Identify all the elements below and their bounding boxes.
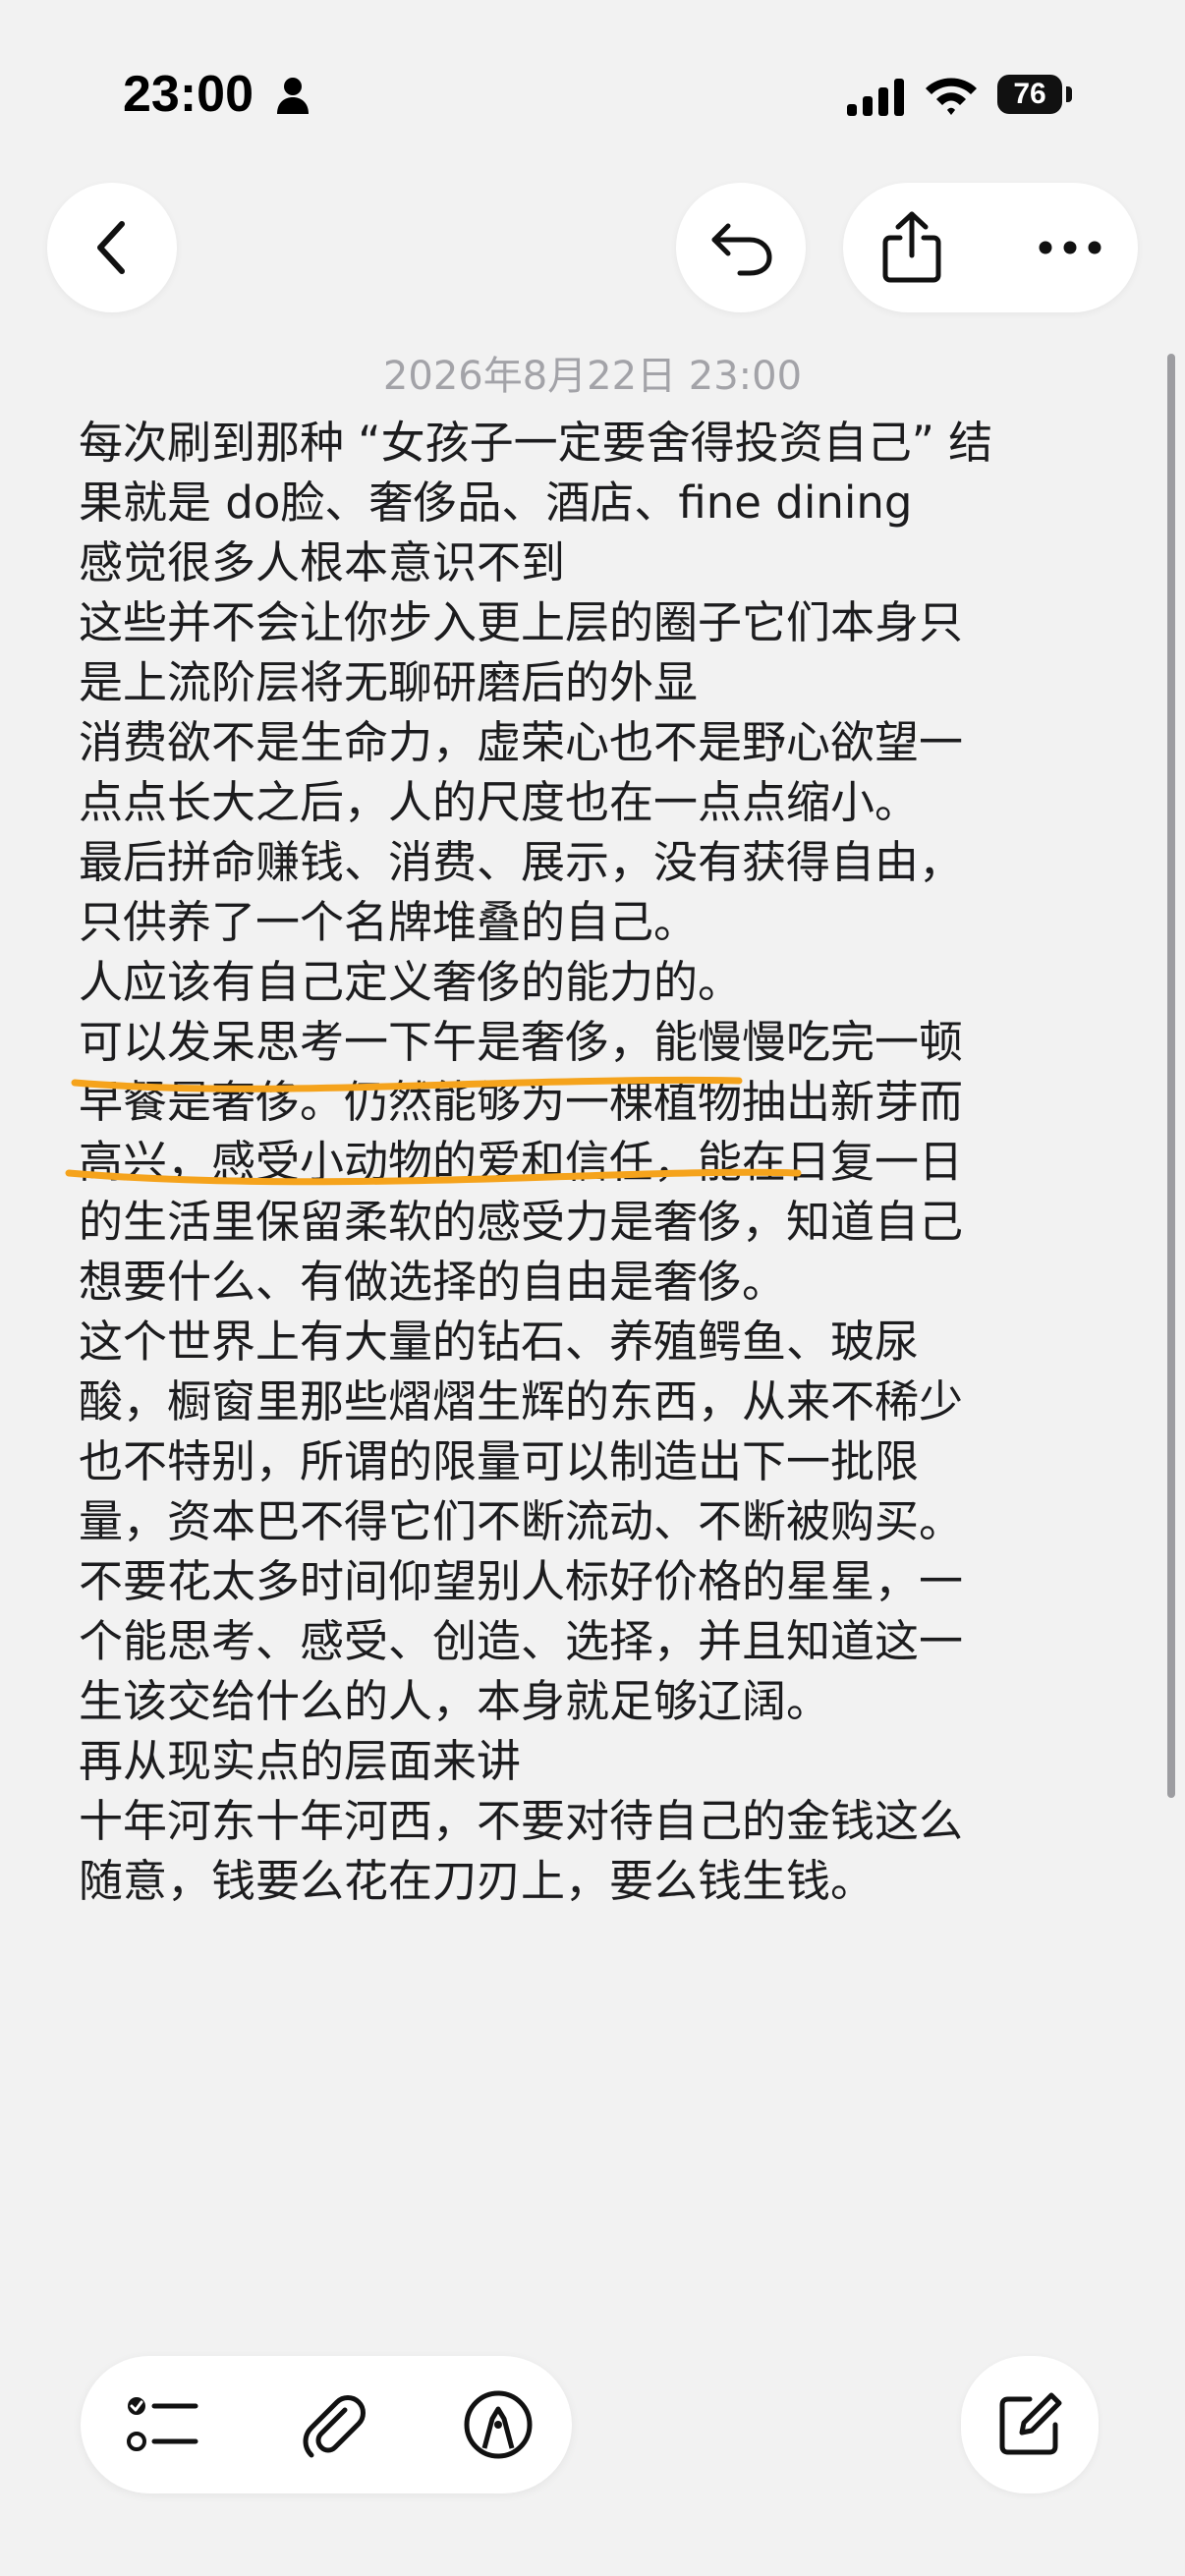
note-line: 个能思考、感受、创造、选择，并且知道这一 — [79, 1615, 964, 1667]
chevron-left-icon — [97, 221, 125, 274]
markup-button[interactable] — [424, 2356, 572, 2493]
note-line: 最后拼命赚钱、消费、展示，没有获得自由， — [79, 836, 964, 888]
note-line: 高兴，感受小动物的爱和信任，能在日复一日 — [79, 1136, 964, 1188]
more-button[interactable] — [1002, 183, 1138, 312]
note-line-highlighted: 人应该有自己定义奢侈的能力的。 — [79, 956, 743, 1008]
battery-nub — [1066, 86, 1072, 102]
note-line-highlighted: 只供养了一个名牌堆叠的自己。 — [79, 896, 699, 948]
note-line: 量，资本巴不得它们不断流动、不断被购买。 — [79, 1495, 964, 1547]
note-body[interactable]: 每次刷到那种 “女孩子一定要舍得投资自己” 结 果就是 do脸、奢侈品、酒店、f… — [79, 413, 1100, 1911]
note-line: 酸，橱窗里那些熠熠生辉的东西，从来不稀少 — [79, 1375, 964, 1428]
share-button[interactable] — [843, 183, 981, 312]
markup-pen-icon — [464, 2390, 533, 2459]
note-line: 不要花太多时间仰望别人标好价格的星星，一 — [79, 1555, 964, 1607]
back-button[interactable] — [47, 183, 177, 312]
note-line: 可以发呆思考一下午是奢侈，能慢慢吃完一顿 — [79, 1016, 964, 1068]
note-line: 果就是 do脸、奢侈品、酒店、fine dining — [79, 476, 913, 529]
compose-icon — [999, 2392, 1062, 2455]
note-line: 感觉很多人根本意识不到 — [79, 536, 566, 588]
note-line: 消费欲不是生命力，虚荣心也不是野心欲望一 — [79, 716, 964, 768]
note-line: 随意，钱要么花在刀刃上，要么钱生钱。 — [79, 1855, 875, 1907]
note-date: 2026年8月22日 23:00 — [382, 354, 803, 399]
note-line: 这些并不会让你步入更上层的圈子它们本身只 — [79, 596, 964, 648]
undo-icon — [711, 223, 772, 276]
note-line: 十年河东十年河西，不要对待自己的金钱这么 — [79, 1795, 964, 1847]
note-line: 点点长大之后，人的尺度也在一点点缩小。 — [79, 776, 920, 828]
person-icon — [277, 78, 309, 114]
checklist-icon — [127, 2397, 198, 2451]
cellular-signal-icon — [847, 79, 904, 116]
status-time: 23:00 — [123, 66, 254, 123]
note-line: 再从现实点的层面来讲 — [79, 1735, 522, 1787]
battery-indicator: 76 — [997, 75, 1062, 114]
share-icon — [882, 211, 941, 283]
note-line: 每次刷到那种 “女孩子一定要舍得投资自己” 结 — [79, 417, 993, 469]
note-line: 想要什么、有做选择的自由是奢侈。 — [79, 1256, 787, 1308]
wifi-icon — [926, 78, 977, 115]
attach-button[interactable] — [260, 2356, 408, 2493]
undo-button[interactable] — [676, 183, 806, 312]
note-line: 的生活里保留柔软的感受力是奢侈，知道自己 — [79, 1196, 964, 1248]
more-icon — [1039, 241, 1101, 254]
note-line: 早餐是奢侈。仍然能够为一棵植物抽出新芽而 — [79, 1076, 964, 1128]
checklist-button[interactable] — [88, 2356, 236, 2493]
compose-button[interactable] — [961, 2356, 1099, 2493]
note-line: 是上流阶层将无聊研磨后的外显 — [79, 656, 699, 708]
paperclip-icon — [303, 2395, 366, 2458]
scrollbar[interactable] — [1167, 354, 1175, 1798]
note-line: 也不特别，所谓的限量可以制造出下一批限 — [79, 1435, 920, 1487]
note-line: 这个世界上有大量的钻石、养殖鳄鱼、玻尿 — [79, 1316, 920, 1368]
note-line: 生该交给什么的人，本身就足够辽阔。 — [79, 1675, 831, 1727]
